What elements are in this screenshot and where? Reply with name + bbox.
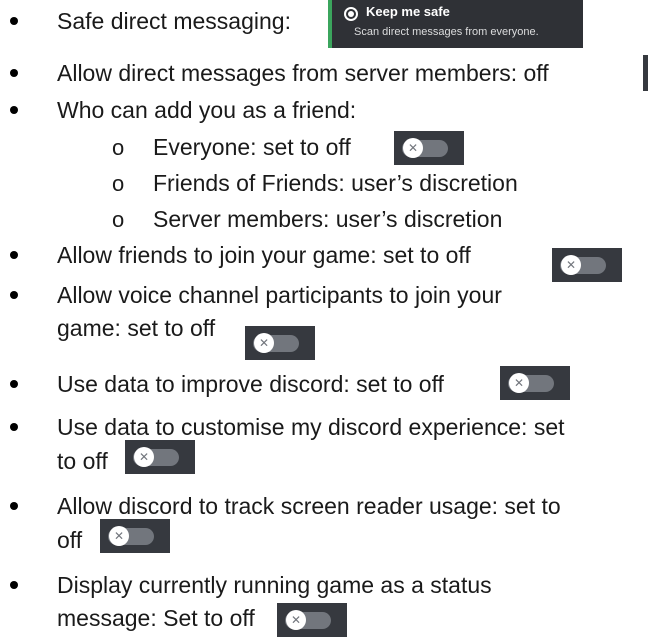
list-item-customise-line1: Use data to customise my discord experie…	[57, 414, 565, 440]
bullet-icon	[10, 251, 18, 259]
bullet-icon	[10, 17, 18, 25]
sub-item-friends-of-friends: Friends of Friends: user’s discretion	[153, 170, 518, 196]
toggle-friends-join-game[interactable]: ✕	[552, 248, 622, 282]
list-item-safe-dm: Safe direct messaging:	[57, 8, 291, 34]
bullet-icon	[10, 106, 18, 114]
sub-bullet-icon: o	[112, 207, 125, 232]
toggle-improve-discord[interactable]: ✕	[500, 366, 570, 400]
x-icon: ✕	[258, 336, 270, 350]
toggle-customise[interactable]: ✕	[125, 440, 195, 474]
list-item-friends-join-game: Allow friends to join your game: set to …	[57, 242, 471, 268]
toggle-running-game[interactable]: ✕	[277, 603, 347, 637]
list-item-screen-reader-line1: Allow discord to track screen reader usa…	[57, 493, 561, 519]
bullet-icon	[10, 581, 18, 589]
x-icon: ✕	[113, 529, 125, 543]
sub-bullet-icon: o	[112, 171, 125, 196]
list-item-improve-discord: Use data to improve discord: set to off	[57, 371, 444, 397]
sub-item-server-members: Server members: user’s discretion	[153, 206, 503, 232]
bullet-icon	[10, 69, 18, 77]
x-icon: ✕	[290, 613, 302, 627]
x-icon: ✕	[138, 450, 150, 464]
safe-dm-option-title: Keep me safe	[366, 4, 450, 19]
list-item-dm-server-members: Allow direct messages from server member…	[57, 60, 549, 86]
list-item-voice-participants-line1: Allow voice channel participants to join…	[57, 282, 502, 308]
list-item-who-can-add: Who can add you as a friend:	[57, 97, 357, 123]
toggle-screen-reader[interactable]: ✕	[100, 519, 170, 553]
x-icon: ✕	[565, 258, 577, 272]
x-icon: ✕	[407, 141, 419, 155]
toggle-edge-fragment	[643, 55, 648, 91]
bullet-icon	[10, 291, 18, 299]
safe-dm-option-description: Scan direct messages from everyone.	[354, 26, 539, 38]
sub-item-everyone: Everyone: set to off	[153, 134, 351, 160]
list-item-customise-line2: to off	[57, 448, 108, 474]
bullet-icon	[10, 380, 18, 388]
list-item-running-game-line1: Display currently running game as a stat…	[57, 572, 492, 598]
safe-dm-option-box: Keep me safe Scan direct messages from e…	[328, 0, 583, 48]
bullet-icon	[10, 502, 18, 510]
toggle-everyone[interactable]: ✕	[394, 131, 464, 165]
radio-selected-icon[interactable]	[344, 7, 358, 21]
x-icon: ✕	[513, 376, 525, 390]
list-item-voice-participants-line2: game: set to off	[57, 315, 216, 341]
toggle-voice-participants[interactable]: ✕	[245, 326, 315, 360]
list-item-screen-reader-line2: off	[57, 527, 83, 553]
list-item-running-game-line2: message: Set to off	[57, 605, 255, 631]
bullet-icon	[10, 423, 18, 431]
sub-bullet-icon: o	[112, 135, 125, 160]
